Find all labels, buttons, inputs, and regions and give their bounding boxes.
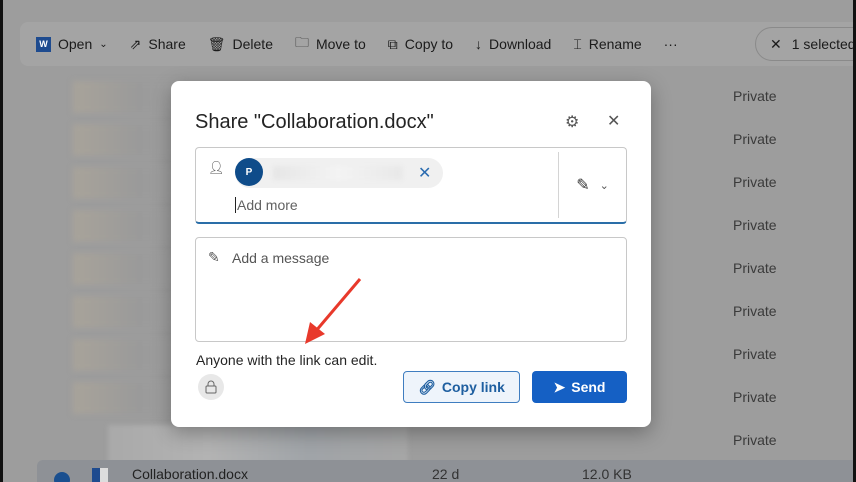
recipient-name-blurred — [273, 166, 403, 180]
close-icon[interactable]: ✕ — [607, 111, 620, 131]
dialog-title: Share "Collaboration.docx" — [195, 111, 434, 133]
checked-icon[interactable] — [54, 472, 70, 482]
rename-icon: ⌶ — [573, 35, 582, 52]
delete-button[interactable]: 🗑︎ Delete — [208, 36, 273, 53]
remove-recipient-icon[interactable]: ✕ — [418, 163, 431, 183]
link-settings-text[interactable]: Anyone with the link can edit. — [196, 352, 377, 368]
send-button[interactable]: ➤ Send — [532, 371, 627, 403]
more-button[interactable]: ··· — [664, 36, 678, 52]
share-button[interactable]: ⇗ Share — [130, 36, 186, 53]
send-icon: ➤ — [553, 378, 566, 395]
copy-icon: ⧉ — [387, 35, 398, 52]
download-icon: ↓ — [475, 36, 483, 52]
copy-to-button[interactable]: ⧉ Copy to — [388, 36, 453, 53]
download-button[interactable]: ↓ Download — [475, 36, 551, 52]
table-row-selected[interactable]: Collaboration.docx 22 d 12.0 KB — [37, 460, 853, 482]
blurred-filename — [108, 425, 408, 465]
file-thumbnail — [73, 339, 183, 371]
add-more-input[interactable]: Add more — [235, 197, 298, 213]
copy-link-button[interactable]: 🔗︎ Copy link — [403, 371, 520, 403]
word-file-icon — [92, 468, 108, 482]
file-thumbnail — [73, 210, 183, 242]
file-thumbnail — [73, 81, 183, 113]
compose-icon: ✎ — [208, 249, 220, 265]
move-to-button[interactable]: 🗀 Move to — [295, 32, 366, 56]
people-picker[interactable]: 👤︎ P ✕ Add more ✎ ⌄ — [195, 147, 627, 224]
close-icon: ✕ — [770, 35, 782, 52]
file-thumbnail — [73, 167, 183, 199]
file-thumbnail — [73, 382, 183, 414]
link-icon: 🔗︎ — [418, 378, 436, 395]
share-icon: ⇗ — [129, 35, 142, 52]
file-thumbnail — [73, 124, 183, 156]
message-input[interactable]: ✎ Add a message — [195, 237, 627, 342]
word-icon: W — [36, 36, 51, 52]
lock-icon[interactable] — [198, 374, 224, 400]
file-thumbnail — [73, 253, 183, 285]
person-icon: 👤︎ — [208, 160, 225, 175]
clear-selection-button[interactable]: ✕ 1 selected — [755, 27, 853, 61]
recipient-chip: P ✕ — [235, 158, 443, 188]
command-bar: W Open ⌄ ⇗ Share 🗑︎ Delete 🗀 Move to ⧉ Copy to… — [20, 22, 853, 66]
share-dialog: Share "Collaboration.docx" ⚙ ✕ 👤︎ P ✕ Ad… — [171, 81, 651, 427]
settings-gear-icon[interactable]: ⚙ — [565, 112, 579, 132]
chevron-down-icon: ⌄ — [99, 38, 108, 50]
file-thumbnail — [73, 296, 183, 328]
avatar: P — [235, 158, 263, 186]
pencil-icon: ✎ — [576, 177, 590, 194]
chevron-down-icon: ⌄ — [599, 179, 609, 192]
permission-dropdown[interactable]: ✎ ⌄ — [558, 152, 626, 218]
folder-move-icon: 🗀 — [294, 34, 309, 50]
rename-button[interactable]: ⌶ Rename — [573, 36, 641, 53]
open-button[interactable]: W Open ⌄ — [36, 36, 108, 52]
trash-icon: 🗑︎ — [207, 35, 226, 52]
